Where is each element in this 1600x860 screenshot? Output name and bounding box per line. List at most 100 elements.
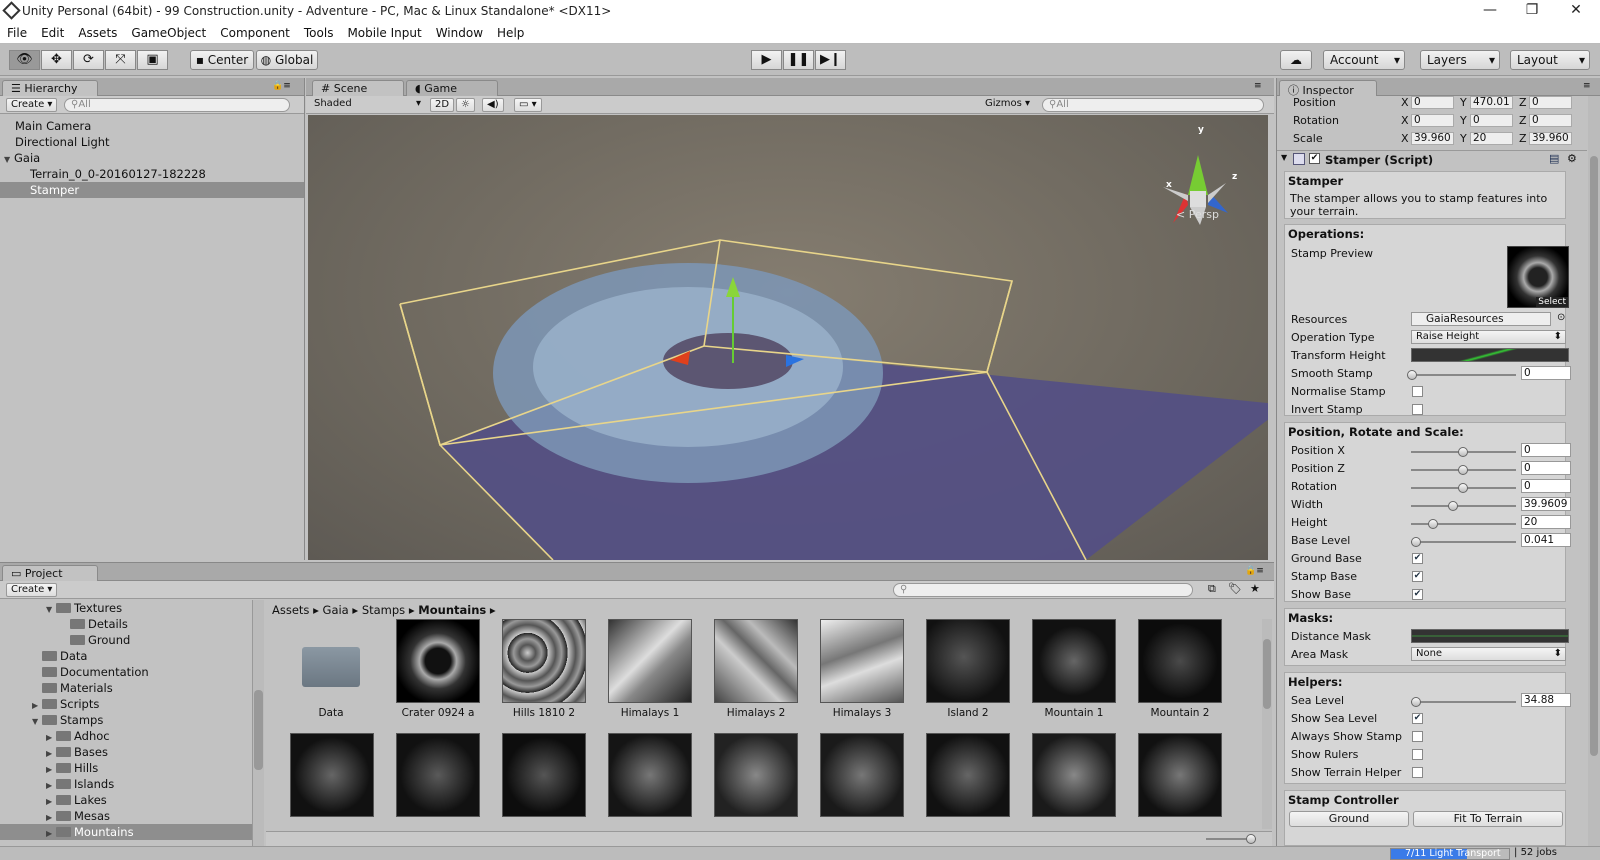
menu-mobile-input[interactable]: Mobile Input: [340, 24, 428, 40]
show-terrain-helper-checkbox[interactable]: [1412, 767, 1423, 778]
tree-item-islands[interactable]: ▶ Islands: [0, 776, 252, 792]
position-z-slider[interactable]: [1411, 465, 1516, 475]
breadcrumb-mountains[interactable]: Mountains: [418, 603, 486, 617]
asset-thumb-mountain-2[interactable]: [1138, 619, 1222, 703]
lock-icon[interactable]: 🔒≡: [272, 81, 291, 91]
tree-item-materials[interactable]: Materials: [0, 680, 252, 696]
sea-level-field[interactable]: 34.88: [1521, 693, 1571, 707]
inspector-scrollbar-thumb[interactable]: [1590, 156, 1598, 756]
asset-thumb[interactable]: [290, 733, 374, 817]
expand-arrow-icon[interactable]: ▼: [4, 152, 14, 168]
hierarchy-item-main-camera[interactable]: Main Camera: [0, 118, 304, 134]
tree-item-ground[interactable]: Ground: [0, 632, 252, 648]
minimize-button[interactable]: —: [1470, 2, 1510, 22]
scene-search-input[interactable]: ⚲All: [1042, 98, 1264, 112]
expand-arrow-icon[interactable]: ▼: [32, 714, 42, 730]
resources-object-field[interactable]: GaiaResources: [1411, 312, 1551, 326]
stamper-component-header[interactable]: ▼ ✔ Stamper (Script) ▤ ⚙: [1277, 150, 1587, 168]
hierarchy-item-terrain[interactable]: Terrain_0_0-20160127-182228: [0, 166, 304, 182]
hierarchy-search-input[interactable]: ⚲All: [64, 98, 290, 112]
invert-stamp-checkbox[interactable]: [1412, 404, 1423, 415]
tree-item-hills[interactable]: ▶ Hills: [0, 760, 252, 776]
rotation-slider[interactable]: [1411, 483, 1516, 493]
tab-game[interactable]: ◖ Game: [406, 80, 498, 96]
menu-edit[interactable]: Edit: [34, 24, 71, 40]
scale-x-field[interactable]: 39.960: [1411, 132, 1454, 145]
layout-dropdown[interactable]: Layout ▾: [1510, 50, 1590, 70]
menu-gameobject[interactable]: GameObject: [124, 24, 213, 40]
cloud-icon[interactable]: ☁: [1280, 50, 1312, 70]
asset-thumb[interactable]: [502, 733, 586, 817]
project-search-input[interactable]: ⚲: [893, 583, 1193, 597]
show-base-checkbox[interactable]: ✔: [1412, 589, 1423, 600]
show-rulers-checkbox[interactable]: [1412, 749, 1423, 760]
tree-item-data[interactable]: Data: [0, 648, 252, 664]
asset-thumb-mountain-1[interactable]: [1032, 619, 1116, 703]
inspector-scrollbar[interactable]: [1588, 96, 1600, 846]
play-button-icon[interactable]: ▶: [751, 50, 782, 70]
rotate-tool-icon[interactable]: ⟳: [73, 50, 104, 70]
rotation-x-field[interactable]: 0: [1411, 114, 1454, 127]
slider-knob[interactable]: [1448, 501, 1458, 511]
step-button-icon[interactable]: ▶❙: [815, 50, 846, 70]
maximize-button[interactable]: ❐: [1512, 2, 1552, 22]
asset-thumb[interactable]: [820, 733, 904, 817]
asset-thumb-himalays-3[interactable]: [820, 619, 904, 703]
distance-mask-curve[interactable]: [1411, 629, 1569, 643]
lock-icon[interactable]: 🔒≡: [1245, 566, 1264, 576]
tab-hierarchy[interactable]: ☰ Hierarchy: [2, 80, 98, 96]
position-z-field[interactable]: 0: [1529, 96, 1572, 109]
component-enabled-checkbox[interactable]: ✔: [1309, 153, 1320, 164]
tree-item-scripts[interactable]: ▶ Scripts: [0, 696, 252, 712]
always-show-stamp-checkbox[interactable]: [1412, 731, 1423, 742]
lighting-icon[interactable]: ☼: [456, 98, 475, 112]
thumbnail-size-slider[interactable]: [1206, 834, 1256, 844]
rotation-y-field[interactable]: 0: [1470, 114, 1513, 127]
position-z-field[interactable]: 0: [1521, 461, 1571, 475]
breadcrumb-gaia[interactable]: Gaia: [323, 603, 349, 617]
scale-y-field[interactable]: 20: [1470, 132, 1513, 145]
close-button[interactable]: ✕: [1556, 2, 1596, 22]
pause-button-icon[interactable]: ❚❚: [783, 50, 814, 70]
gizmos-dropdown[interactable]: Gizmos ▾: [981, 98, 1034, 112]
width-slider[interactable]: [1411, 501, 1516, 511]
menu-assets[interactable]: Assets: [71, 24, 124, 40]
slider-knob[interactable]: [1458, 483, 1468, 493]
layers-dropdown[interactable]: Layers ▾: [1420, 50, 1500, 70]
base-level-slider[interactable]: [1411, 537, 1516, 547]
panel-menu-icon[interactable]: ≡: [1583, 81, 1591, 91]
width-field[interactable]: 39.9609: [1521, 497, 1571, 511]
menu-file[interactable]: File: [0, 24, 34, 40]
position-x-field[interactable]: 0: [1521, 443, 1571, 457]
menu-help[interactable]: Help: [490, 24, 531, 40]
filter-by-label-icon[interactable]: 🏷: [1228, 582, 1242, 595]
collapse-arrow-icon[interactable]: ▶: [46, 826, 56, 842]
slider-knob[interactable]: [1246, 834, 1256, 844]
hierarchy-item-stamper[interactable]: Stamper: [0, 182, 304, 198]
move-tool-icon[interactable]: ✥: [41, 50, 72, 70]
show-sea-level-checkbox[interactable]: ✔: [1412, 713, 1423, 724]
tree-scrollbar[interactable]: [252, 600, 264, 846]
slider-knob[interactable]: [1411, 697, 1421, 707]
transform-height-curve[interactable]: [1411, 348, 1569, 362]
operation-type-dropdown[interactable]: Raise Height ⬍: [1411, 330, 1566, 344]
stamp-preview-image[interactable]: Select: [1507, 246, 1569, 308]
audio-icon[interactable]: ◀): [482, 98, 504, 112]
select-button[interactable]: Select: [1536, 297, 1568, 307]
tab-scene[interactable]: # Scene: [312, 80, 404, 96]
breadcrumb-assets[interactable]: Assets: [272, 603, 309, 617]
tree-item-documentation[interactable]: Documentation: [0, 664, 252, 680]
sea-level-slider[interactable]: [1411, 697, 1516, 707]
perspective-label[interactable]: < Persp: [1176, 208, 1219, 221]
foldout-arrow-icon[interactable]: ▼: [1281, 153, 1287, 162]
scale-tool-icon[interactable]: ⤧: [105, 50, 136, 70]
ground-button[interactable]: Ground: [1289, 811, 1409, 827]
rotation-field[interactable]: 0: [1521, 479, 1571, 493]
menu-component[interactable]: Component: [213, 24, 297, 40]
position-x-field[interactable]: 0: [1411, 96, 1454, 109]
pivot-center-button[interactable]: ▪ Center: [190, 50, 254, 70]
tab-inspector[interactable]: ⓘ Inspector: [1279, 80, 1377, 97]
normalise-stamp-checkbox[interactable]: [1412, 386, 1423, 397]
asset-thumb[interactable]: [1032, 733, 1116, 817]
tree-item-mountains[interactable]: ▶ Mountains: [0, 824, 252, 840]
